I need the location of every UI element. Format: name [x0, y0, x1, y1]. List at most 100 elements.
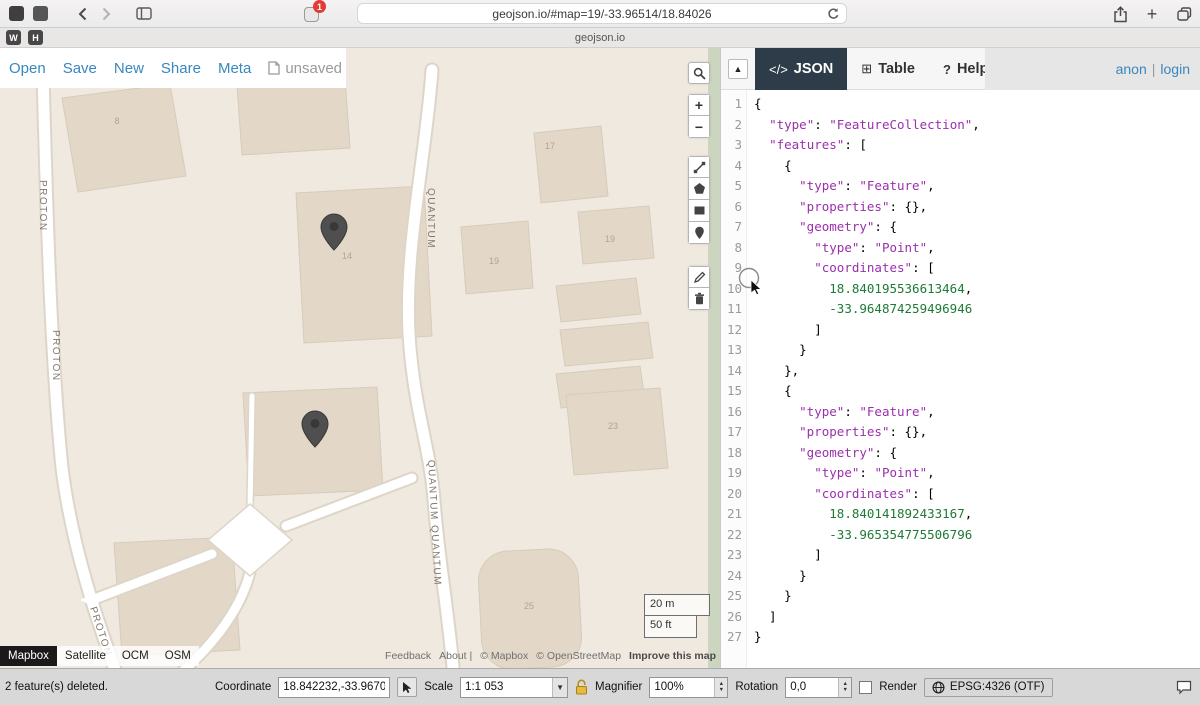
code-line[interactable]: },	[754, 361, 1200, 382]
tab-overview-icon[interactable]	[1172, 3, 1196, 25]
code-line[interactable]: }	[754, 340, 1200, 361]
code-line[interactable]: 18.840141892433167,	[754, 504, 1200, 525]
spinner-arrows-icon[interactable]: ▲▼	[714, 678, 727, 697]
code-line[interactable]: }	[754, 627, 1200, 648]
scale-value: 1:1 053	[461, 681, 552, 693]
feedback-link[interactable]: Feedback	[385, 650, 431, 662]
menu-meta[interactable]: Meta	[218, 60, 251, 77]
line-number: 7	[721, 217, 742, 238]
code-line[interactable]: "type": "Feature",	[754, 176, 1200, 197]
basemap-osm[interactable]: OSM	[157, 646, 199, 666]
new-tab-icon[interactable]: +	[1140, 3, 1164, 25]
draw-marker-button[interactable]	[688, 222, 710, 244]
rotation-spinbox[interactable]: ▲▼	[785, 677, 852, 698]
marker-tool-icon	[694, 226, 705, 240]
login-link[interactable]: login	[1160, 61, 1190, 77]
menu-new[interactable]: New	[114, 60, 144, 77]
code-line[interactable]: "geometry": {	[754, 443, 1200, 464]
menu-share[interactable]: Share	[161, 60, 201, 77]
magnifier-spinbox[interactable]: ▲▼	[649, 677, 728, 698]
active-tab-title[interactable]: geojson.io	[575, 32, 625, 44]
zoom-in-button[interactable]: +	[688, 94, 710, 116]
chevron-down-icon[interactable]: ▼	[552, 678, 567, 697]
code-line[interactable]: {	[754, 156, 1200, 177]
code-line[interactable]: "type": "FeatureCollection",	[754, 115, 1200, 136]
line-number: 1	[721, 94, 742, 115]
basemap-mapbox[interactable]: Mapbox	[0, 646, 57, 666]
code-line[interactable]: -33.965354775506796	[754, 525, 1200, 546]
help-icon: ?	[943, 62, 951, 77]
tab-table[interactable]: ⊞ Table	[847, 48, 929, 90]
line-number: 2	[721, 115, 742, 136]
code-line[interactable]: "features": [	[754, 135, 1200, 156]
globe-icon	[932, 681, 945, 694]
render-checkbox[interactable]	[859, 681, 872, 694]
basemap-satellite[interactable]: Satellite	[57, 646, 114, 666]
crs-button[interactable]: EPSG:4326 (OTF)	[924, 678, 1053, 697]
basemap-ocm[interactable]: OCM	[114, 646, 157, 666]
menu-open[interactable]: Open	[9, 60, 46, 77]
code-line[interactable]: "type": "Point",	[754, 238, 1200, 259]
pinned-tab-h[interactable]: H	[28, 30, 43, 45]
mouse-position-button[interactable]	[397, 677, 417, 697]
search-button[interactable]	[688, 62, 710, 84]
code-line[interactable]: "type": "Point",	[754, 463, 1200, 484]
code-line[interactable]: "properties": {},	[754, 197, 1200, 218]
code-line[interactable]: ]	[754, 607, 1200, 628]
code-line[interactable]: {	[754, 94, 1200, 115]
app-icon-2[interactable]	[28, 3, 52, 25]
code-line[interactable]: -33.964874259496946	[754, 299, 1200, 320]
code-line[interactable]: "geometry": {	[754, 217, 1200, 238]
scale-lock-icon[interactable]	[575, 679, 588, 695]
log-messages-icon[interactable]	[1176, 680, 1195, 695]
code-line[interactable]: ]	[754, 545, 1200, 566]
rotation-input[interactable]	[786, 678, 838, 697]
draw-line-button[interactable]	[688, 156, 710, 178]
back-icon[interactable]	[70, 3, 94, 25]
cursor-icon	[402, 681, 413, 694]
panel-collapse-button[interactable]: ▲	[728, 59, 748, 79]
code-line[interactable]: {	[754, 381, 1200, 402]
tab-json[interactable]: </> JSON	[755, 48, 847, 90]
app-icon[interactable]	[4, 3, 28, 25]
reload-icon[interactable]	[826, 7, 840, 26]
about-link[interactable]: About |	[439, 650, 472, 662]
map-pane[interactable]: PROTON PROTON PROTON QUANTUM QUANTUM QUA…	[0, 48, 720, 668]
extension-icon[interactable]: 1	[302, 2, 324, 24]
pinned-tab-w[interactable]: W	[6, 30, 21, 45]
draw-polygon-button[interactable]	[688, 178, 710, 200]
code-line[interactable]: ]	[754, 320, 1200, 341]
line-tool-icon	[693, 161, 706, 174]
json-editor-lines[interactable]: { "type": "FeatureCollection", "features…	[747, 90, 1200, 668]
magnifier-input[interactable]	[650, 678, 714, 697]
line-number: 10	[721, 279, 742, 300]
share-icon[interactable]	[1108, 3, 1132, 25]
code-line[interactable]: }	[754, 586, 1200, 607]
code-line[interactable]: }	[754, 566, 1200, 587]
map-canvas[interactable]: PROTON PROTON PROTON QUANTUM QUANTUM QUA…	[0, 48, 720, 668]
anon-link[interactable]: anon	[1116, 61, 1147, 77]
code-line[interactable]: "coordinates": [	[754, 484, 1200, 505]
draw-rectangle-button[interactable]	[688, 200, 710, 222]
magnifier-label: Magnifier	[595, 681, 642, 693]
edit-feature-button[interactable]	[688, 266, 710, 288]
address-bar[interactable]: geojson.io/#map=19/-33.96514/18.84026	[357, 3, 847, 24]
zoom-out-button[interactable]: −	[688, 116, 710, 138]
delete-feature-button[interactable]	[688, 288, 710, 310]
json-editor[interactable]: 1234567891011121314151617181920212223242…	[721, 90, 1200, 668]
line-number: 18	[721, 443, 742, 464]
forward-icon[interactable]	[94, 3, 118, 25]
auth-area: anon | login	[985, 48, 1200, 90]
line-number: 9	[721, 258, 742, 279]
line-number: 26	[721, 607, 742, 628]
coordinate-input[interactable]	[278, 677, 390, 698]
code-line[interactable]: "coordinates": [	[754, 258, 1200, 279]
sidebar-icon[interactable]	[132, 3, 156, 25]
improve-map-link[interactable]: Improve this map	[629, 650, 716, 662]
scale-combo[interactable]: 1:1 053 ▼	[460, 677, 568, 698]
code-line[interactable]: "properties": {},	[754, 422, 1200, 443]
code-line[interactable]: "type": "Feature",	[754, 402, 1200, 423]
code-line[interactable]: 18.840195536613464,	[754, 279, 1200, 300]
menu-save[interactable]: Save	[63, 60, 97, 77]
spinner-arrows-icon[interactable]: ▲▼	[838, 678, 851, 697]
